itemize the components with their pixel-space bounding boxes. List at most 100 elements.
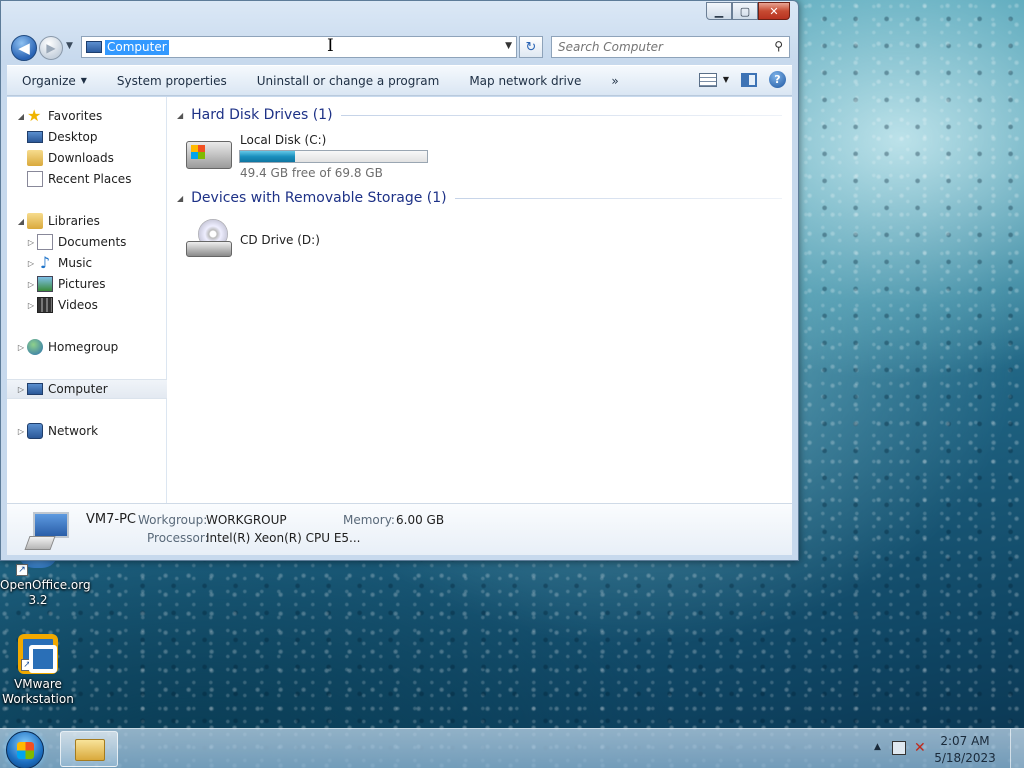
nav-desktop[interactable]: Desktop [7,127,167,147]
show-desktop-button[interactable] [1010,729,1024,768]
search-icon[interactable]: ⚲ [774,39,783,53]
nav-label: Documents [58,235,127,249]
collapsed-icon[interactable]: ▷ [15,343,27,352]
memory-value: 6.00 GB [396,513,445,527]
address-bar[interactable]: Computer ▼ [81,36,517,58]
view-options-dropdown[interactable]: ▼ [723,75,729,84]
shortcut-arrow-icon: ↗ [16,564,28,576]
collapsed-icon[interactable]: ▷ [25,259,37,268]
nav-favorites[interactable]: ◢ ★ Favorites [7,106,167,126]
nav-documents[interactable]: ▷ Documents [7,232,167,252]
drive-cd-d[interactable]: CD Drive (D:) [186,217,386,263]
nav-network[interactable]: ▷ Network [7,421,167,441]
pictures-icon [37,276,53,292]
caption-buttons: ▁ ▢ ✕ [706,2,790,20]
chevron-down-icon: ▼ [80,76,87,85]
nav-label: Computer [48,382,108,396]
maximize-button[interactable]: ▢ [732,2,758,20]
group-title: Hard Disk Drives (1) [191,107,333,123]
search-box[interactable]: ⚲ [551,36,790,58]
close-button[interactable]: ✕ [758,2,790,20]
organize-button[interactable]: Organize ▼ [7,66,102,95]
taskbar-explorer-button[interactable] [60,731,118,767]
back-button[interactable]: ◀ [11,35,37,61]
nav-pictures[interactable]: ▷ Pictures [7,274,167,294]
workgroup-label: Workgroup: [138,513,208,527]
nav-homegroup[interactable]: ▷ Homegroup [7,337,167,357]
content-area: ◢ ★ Favorites Desktop Downloads Recent Pla… [7,97,792,503]
nav-libraries[interactable]: ◢ Libraries [7,211,167,231]
recent-pages-dropdown[interactable]: ▼ [66,41,73,51]
recent-places-icon [27,171,43,187]
address-text[interactable]: Computer [105,40,169,55]
collapsed-icon[interactable]: ▷ [25,301,37,310]
star-icon: ★ [27,106,42,125]
preview-pane-icon[interactable] [741,72,757,87]
search-input[interactable] [552,37,762,57]
folder-icon [75,739,105,761]
show-hidden-icons-button[interactable]: ▲ [874,742,881,752]
expanded-icon[interactable]: ◢ [15,112,27,121]
details-pane: VM7-PC Workgroup: WORKGROUP Memory: 6.00… [7,503,792,555]
computer-icon [24,512,71,550]
group-divider [340,114,782,116]
explorer-window: ▁ ▢ ✕ ◀ ▶ ▼ Computer ▼ ↻ ⚲ I Organize ▼ S… [0,0,799,561]
volume-muted-icon[interactable]: ✕ [914,740,926,756]
expanded-icon[interactable]: ◢ [15,217,27,226]
collapsed-icon[interactable]: ▷ [25,280,37,289]
clock-time[interactable]: 2:07 AM [930,734,1000,748]
address-dropdown[interactable]: ▼ [505,41,512,51]
change-view-icon[interactable] [698,72,717,87]
expanded-icon[interactable]: ◢ [177,111,183,120]
nav-recent-places[interactable]: Recent Places [7,169,167,189]
text-cursor-icon: I [327,36,334,56]
drive-free-space: 49.4 GB free of 69.8 GB [240,166,383,180]
collapsed-icon[interactable]: ▷ [25,238,37,247]
nav-downloads[interactable]: Downloads [7,148,167,168]
collapsed-icon[interactable]: ▷ [15,427,27,436]
libraries-icon [27,213,43,229]
group-removable-storage[interactable]: ◢ Devices with Removable Storage (1) [177,188,782,208]
clock-date[interactable]: 5/18/2023 [930,751,1000,765]
system-properties-button[interactable]: System properties [102,66,242,95]
start-button[interactable] [6,731,44,768]
videos-icon [37,297,53,313]
processor-label: Processor: [147,531,209,545]
help-icon[interactable]: ? [769,71,786,88]
music-icon: ♪ [39,253,51,272]
navigation-pane: ◢ ★ Favorites Desktop Downloads Recent Pla… [7,97,167,503]
more-commands-button[interactable]: » [596,66,633,95]
drive-local-disk-c[interactable]: Local Disk (C:) 49.4 GB free of 69.8 GB [186,133,446,183]
forward-button[interactable]: ▶ [39,36,63,60]
nav-music[interactable]: ▷ ♪ Music [7,253,167,273]
computer-name: VM7-PC [86,512,136,527]
organize-label: Organize [22,73,76,88]
nav-computer[interactable]: ▷ Computer [7,379,167,399]
group-hard-disk-drives[interactable]: ◢ Hard Disk Drives (1) [177,105,782,125]
windows-logo-icon [17,742,34,759]
minimize-button[interactable]: ▁ [706,2,732,20]
cd-drive-icon [186,219,232,259]
taskbar: ▲ ✕ 2:07 AM 5/18/2023 [0,728,1024,768]
computer-icon [86,41,102,53]
capacity-bar-fill [240,151,295,162]
network-status-icon[interactable] [892,741,906,755]
nav-label: Recent Places [48,172,132,186]
uninstall-program-button[interactable]: Uninstall or change a program [242,66,455,95]
vmware-icon: ↗ [18,634,58,674]
workgroup-value: WORKGROUP [206,513,287,527]
refresh-button[interactable]: ↻ [519,36,543,58]
downloads-folder-icon [27,150,43,166]
nav-videos[interactable]: ▷ Videos [7,295,167,315]
nav-label: Network [48,424,99,438]
file-list: ◢ Hard Disk Drives (1) Local Disk (C:) 4… [168,97,792,503]
map-network-drive-button[interactable]: Map network drive [454,66,596,95]
nav-label: Desktop [48,130,98,144]
collapsed-icon[interactable]: ▷ [15,385,27,394]
expanded-icon[interactable]: ◢ [177,194,183,203]
windows-logo-icon [191,145,205,159]
group-title: Devices with Removable Storage (1) [191,190,447,206]
desktop-icon-vmware[interactable]: ↗ VMware Workstation [0,634,76,707]
drive-name: CD Drive (D:) [240,233,320,247]
processor-value: Intel(R) Xeon(R) CPU E5... [206,531,361,545]
